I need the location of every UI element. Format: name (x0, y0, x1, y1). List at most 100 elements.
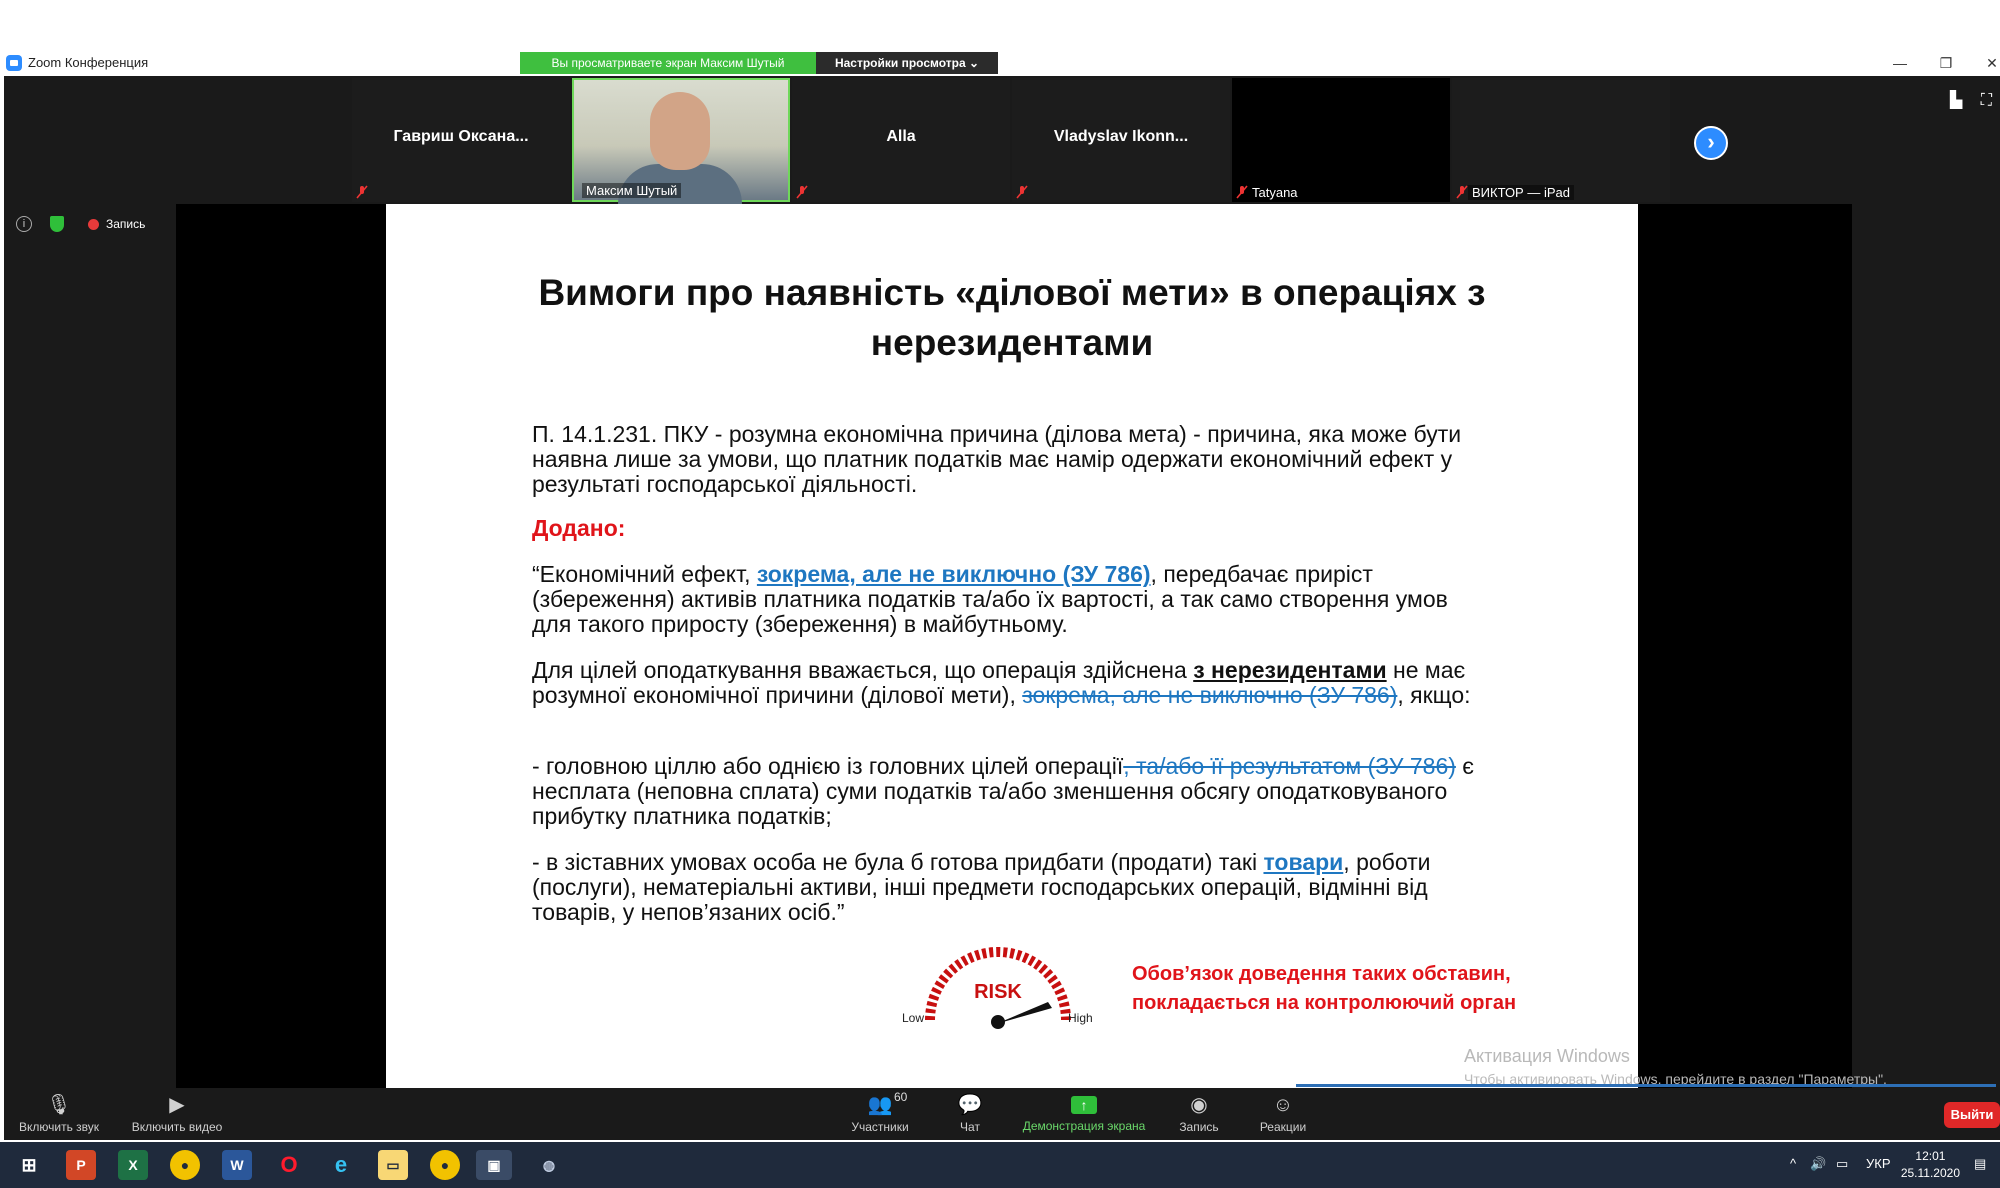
leave-button[interactable]: Выйти (1944, 1102, 2000, 1128)
presentation-slide: Вимоги про наявність «ділової мети» в оп… (386, 204, 1638, 1088)
excel-icon[interactable]: X (118, 1150, 148, 1180)
mic-muted-icon (1016, 185, 1028, 199)
participant-tile[interactable]: Гавриш Оксана... (352, 78, 570, 202)
window-title: Zoom Конференция (28, 55, 149, 70)
text-run: “Економічний ефект, (532, 561, 757, 587)
struck-text: , та/або її результатом (ЗУ 786) (1123, 753, 1456, 779)
title-bar: Zoom Конференция Вы просматриваете экран… (0, 50, 2000, 76)
clock-time: 12:01 (1915, 1149, 1946, 1163)
next-participants-button[interactable]: › (1694, 126, 1728, 160)
reactions-icon: ☺ (1272, 1094, 1294, 1116)
text-run: Для цілей оподаткування вважається, що о… (532, 657, 1194, 683)
mic-off-icon: 🎙 (46, 1094, 72, 1116)
slide-paragraph-3: Для цілей оподаткування вважається, що о… (532, 658, 1492, 708)
notifications-icon[interactable]: ▤ (1974, 1156, 1986, 1172)
participants-button[interactable]: 👥 60 Участники (840, 1088, 920, 1140)
meeting-area: Гавриш Оксана... Максим Шутый Alla Vlady… (4, 76, 2000, 1088)
risk-gauge-icon: RISK Low High (902, 947, 1093, 1029)
text-run: , якщо: (1397, 682, 1471, 708)
windows-activation-title: Активация Windows (1464, 1046, 1630, 1066)
file-explorer-icon[interactable]: ▭ (378, 1150, 408, 1180)
participant-name: Tatyana (1248, 185, 1302, 200)
meeting-toolbar: 🎙 Включить звук ▶ Включить видео 👥 60 Уч… (4, 1088, 2000, 1140)
zoom-taskbar-icon[interactable]: ▣ (476, 1150, 512, 1180)
participant-tile[interactable]: ВИКТОР — iPad (1452, 78, 1670, 202)
shield-icon[interactable] (50, 216, 64, 232)
zoom-window: Zoom Конференция Вы просматриваете экран… (0, 0, 2000, 1188)
mic-muted-icon (1236, 185, 1248, 199)
info-icon[interactable]: i (16, 216, 32, 232)
edge-icon[interactable]: e (326, 1150, 356, 1180)
gallery-view-icon[interactable]: ▙ (1950, 92, 1962, 109)
slide-added-label: Додано: (532, 515, 626, 541)
unmute-button[interactable]: 🎙 Включить звук (14, 1088, 104, 1140)
participant-tile-active-video[interactable]: Максим Шутый (572, 78, 790, 204)
powerpoint-icon[interactable]: P (66, 1150, 96, 1180)
shared-screen: Вимоги про наявність «ділової мети» в оп… (176, 204, 1852, 1088)
view-options-button[interactable]: Настройки просмотра ⌄ (816, 52, 998, 74)
record-dot-icon (88, 219, 99, 230)
windows-taskbar: ⊞ P X ● W O e ▭ ● ▣ ◍ ^ 🔊 ▭ УКР 12:01 25… (0, 1142, 2000, 1188)
mic-muted-icon (796, 185, 808, 199)
text-run: - в зіставних умовах особа не була б гот… (532, 849, 1264, 875)
record-label: Запись (1179, 1120, 1219, 1134)
slide-paragraph-1: П. 14.1.231. ПКУ - розумна економічна пр… (532, 421, 1462, 497)
slide-title: Вимоги про наявність «ділової мети» в оп… (538, 272, 1486, 363)
restore-icon[interactable]: ❐ (1926, 52, 1966, 74)
network-icon[interactable]: ▭ (1836, 1156, 1848, 1172)
volume-icon[interactable]: 🔊 (1810, 1156, 1826, 1172)
chrome-icon[interactable]: ● (430, 1150, 460, 1180)
chat-label: Чат (960, 1120, 980, 1134)
reactions-label: Реакции (1259, 1120, 1307, 1134)
law-reference-link: зокрема, але не виключно (ЗУ 786) (756, 561, 1151, 587)
participant-tile[interactable]: Tatyana (1232, 78, 1450, 202)
chrome-icon[interactable]: ● (170, 1150, 200, 1180)
share-banner: Вы просматриваете экран Максим Шутый (520, 52, 816, 74)
record-button[interactable]: ◉ Запись (1164, 1088, 1234, 1140)
slide-paragraph-2: “Економічний ефект, зокрема, але не викл… (532, 562, 1492, 637)
video-off-icon: ▶ (169, 1094, 185, 1116)
reactions-button[interactable]: ☺ Реакции (1248, 1088, 1318, 1140)
text-run: - головною ціллю або однією із головних … (532, 753, 1124, 779)
gauge-high-label: High (1068, 1011, 1093, 1025)
system-clock[interactable]: 12:01 25.11.2020 (1901, 1148, 1960, 1182)
start-video-label: Включить видео (131, 1120, 223, 1134)
start-video-button[interactable]: ▶ Включить видео (122, 1088, 232, 1140)
participants-icon: 👥 (867, 1094, 893, 1116)
tray-chevron-icon[interactable]: ^ (1790, 1156, 1796, 1171)
gauge-risk-label: RISK (974, 981, 1022, 1003)
highlight-bar (1296, 1084, 1996, 1087)
language-indicator[interactable]: УКР (1866, 1156, 1891, 1171)
participants-label: Участники (851, 1120, 909, 1134)
participants-count: 60 (894, 1090, 908, 1104)
clock-date: 25.11.2020 (1900, 1166, 1960, 1180)
gauge-low-label: Low (902, 1011, 924, 1025)
start-icon[interactable]: ⊞ (14, 1150, 44, 1180)
participant-name: Alla (886, 128, 916, 145)
slide-paragraph-5: - в зіставних умовах особа не була б гот… (532, 850, 1492, 925)
participant-name: Максим Шутый (582, 183, 682, 198)
participant-filmstrip: Гавриш Оксана... Максим Шутый Alla Vlady… (352, 78, 1682, 204)
record-icon: ◉ (1190, 1094, 1208, 1116)
emphasis-text: з нерезидентами (1193, 657, 1387, 683)
minimize-icon[interactable]: — (1880, 52, 1920, 74)
slide-paragraph-4: - головною ціллю або однією із головних … (532, 754, 1492, 829)
risk-note: Обов’язок доведення таких обставин, покл… (1132, 963, 1517, 1014)
share-screen-icon: ↑ (1071, 1096, 1097, 1114)
participant-tile[interactable]: Vladyslav Ikonn... (1012, 78, 1230, 202)
participant-name: Vladyslav Ikonn... (1053, 128, 1189, 145)
participant-name: ВИКТОР — iPad (1468, 185, 1574, 200)
struck-text: зокрема, але не виключно (ЗУ 786) (1022, 682, 1398, 708)
app-taskbar-icon[interactable]: ◍ (534, 1150, 564, 1180)
recording-label: Запись (106, 217, 146, 231)
chat-button[interactable]: 💬 Чат (940, 1088, 1000, 1140)
fullscreen-icon[interactable]: ⛶ (1981, 92, 1992, 109)
word-icon[interactable]: W (222, 1150, 252, 1180)
participant-tile[interactable]: Alla (792, 78, 1010, 202)
share-screen-button[interactable]: ↑ Демонстрация экрана (1014, 1088, 1154, 1140)
close-icon[interactable]: ✕ (1972, 52, 2000, 74)
mic-muted-icon (1456, 185, 1468, 199)
opera-icon[interactable]: O (274, 1150, 304, 1180)
view-controls[interactable]: ▙ ⛶ (1950, 90, 1992, 110)
zoom-app-icon (6, 55, 22, 71)
